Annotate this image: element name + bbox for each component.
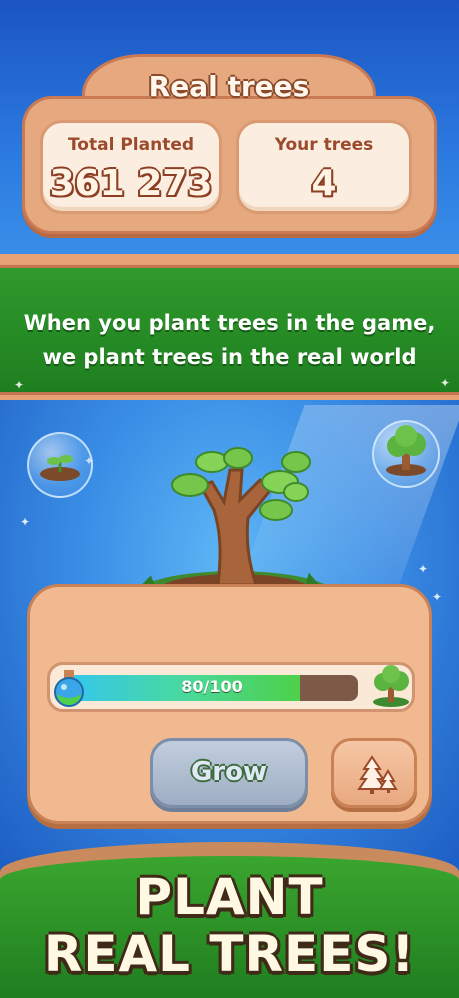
promo-title-line-2: REAL TREES! xyxy=(43,925,416,983)
banner-text: When you plant trees in the game, we pla… xyxy=(0,306,459,374)
sprout-icon xyxy=(40,455,80,481)
forest-icon xyxy=(357,755,398,794)
banner-border-top xyxy=(0,254,459,268)
sparkle-icon: ✦ xyxy=(20,515,31,529)
your-trees-label: Your trees xyxy=(274,135,374,155)
total-planted-label: Total Planted xyxy=(67,135,195,155)
forest-button[interactable] xyxy=(331,738,417,808)
tree-bubble xyxy=(372,420,440,488)
banner-line-2: we plant trees in the real world xyxy=(42,345,417,369)
potion-bottle-icon xyxy=(54,670,84,707)
sparkle-icon: ✦ xyxy=(418,562,429,576)
progress-text: 80/100 xyxy=(181,677,243,696)
sparkle-icon: ✦ xyxy=(432,590,443,604)
small-tree-icon xyxy=(386,425,426,476)
banner-line-1: When you plant trees in the game, xyxy=(23,311,436,335)
grown-tree-icon xyxy=(373,665,409,707)
sparkle-icon: ✦ xyxy=(440,376,451,390)
promo-title-line-1: PLANT xyxy=(135,868,324,926)
your-trees-value: 4 xyxy=(311,163,337,204)
total-planted-box: Total Planted 361 273 xyxy=(40,120,222,214)
sparkle-icon: ✦ xyxy=(14,378,25,392)
your-trees-box: Your trees 4 xyxy=(236,120,412,214)
total-planted-value: 361 273 xyxy=(49,163,213,204)
panel-title: Real trees xyxy=(148,70,310,103)
sprout-bubble xyxy=(27,432,93,498)
grow-button[interactable]: Grow xyxy=(150,738,308,808)
grow-button-label: Grow xyxy=(190,757,268,787)
